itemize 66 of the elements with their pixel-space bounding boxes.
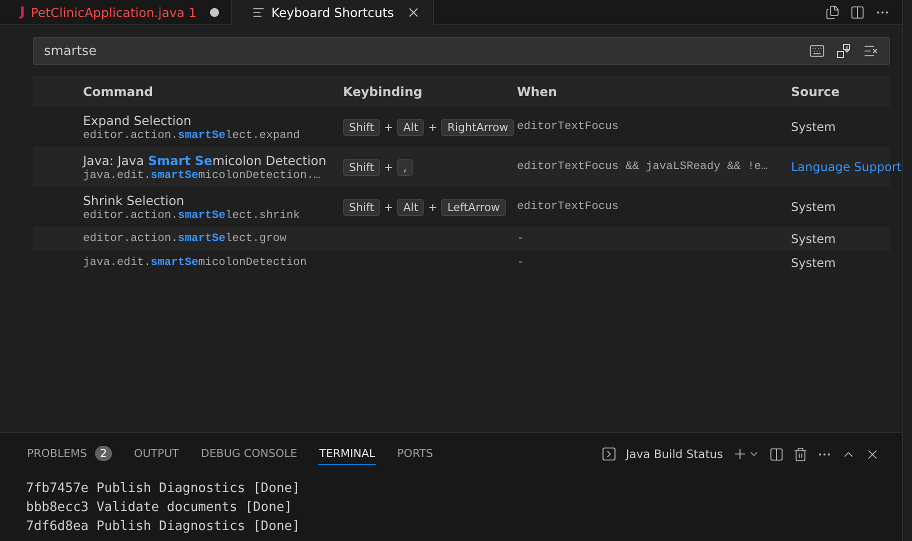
panel-tab[interactable]: OUTPUT [133, 443, 180, 465]
key-separator: + [384, 200, 394, 214]
tab-title: Keyboard Shortcuts [271, 5, 394, 20]
command-label: Expand Selection [83, 112, 192, 128]
key-cap: Shift [343, 198, 380, 216]
panel-tab[interactable]: DEBUG CONSOLE [200, 443, 298, 465]
tab-label: PORTS [397, 447, 433, 460]
tab-label: DEBUG CONSOLE [200, 447, 298, 460]
keyboard-icon[interactable] [809, 43, 825, 59]
when-clause: editorTextFocus [517, 201, 619, 213]
source-text: System [791, 200, 837, 214]
column-header: Command [83, 84, 154, 99]
command-id: editor.action.smartSelect.shrink [83, 210, 300, 222]
panel-tab[interactable]: PROBLEMS 2 [26, 442, 114, 466]
when-clause: editorTextFocus [517, 121, 619, 133]
source-text: System [791, 232, 837, 246]
command-id: editor.action.smartSelect.grow [83, 233, 286, 245]
command-label: Shrink Selection [83, 192, 184, 208]
when-clause: - [517, 257, 524, 269]
java-file-icon: J [20, 4, 25, 20]
count-badge: 2 [95, 446, 112, 461]
search-field[interactable]: smartse [44, 44, 809, 58]
column-header: When [517, 84, 558, 99]
key-cap: Alt [397, 198, 424, 216]
key-cap: , [397, 158, 413, 176]
terminal-line: 7df6d8ea Publish Diagnostics [Done] [26, 518, 301, 536]
key-cap: RightArrow [441, 118, 514, 136]
split-editor-icon[interactable] [850, 4, 865, 20]
terminal-name[interactable]: Java Build Status [626, 447, 723, 461]
plus-icon[interactable] [732, 446, 748, 462]
terminal-line: bbb8ecc3 Validate documents [Done] [26, 499, 294, 517]
list-icon [252, 6, 266, 19]
command-id: java.edit.smartSemicolonDetection [83, 257, 307, 269]
panel-tab[interactable]: TERMINAL [318, 443, 376, 465]
column-header: Source [791, 84, 841, 99]
source-text: System [791, 256, 837, 270]
terminal-icon[interactable] [600, 446, 617, 462]
terminal-line: 7fb7457e Publish Diagnostics [Done] [26, 480, 301, 498]
key-cap: LeftArrow [441, 198, 506, 216]
command-id: editor.action.smartSelect.expand [83, 130, 300, 142]
clear-list-icon[interactable] [863, 43, 879, 59]
when-clause: editorTextFocus && javaLSReady && !e… [517, 161, 768, 173]
key-separator: + [428, 200, 438, 214]
key-cap: Shift [343, 158, 380, 176]
command-label: Java: Java Smart Semicolon Detection [83, 152, 326, 168]
editor-tab[interactable]: Keyboard Shortcuts [232, 0, 434, 25]
panel-tab[interactable]: PORTS [396, 443, 434, 465]
key-cap: Alt [397, 118, 424, 136]
sort-icon[interactable] [836, 43, 852, 59]
key-cap: Shift [343, 118, 380, 136]
when-clause: - [517, 233, 524, 245]
key-separator: + [384, 160, 394, 174]
tab-label: OUTPUT [134, 447, 179, 460]
trash-icon[interactable] [793, 446, 808, 462]
split-terminal-icon[interactable] [769, 446, 784, 462]
source-link[interactable]: Language Support [791, 160, 902, 174]
key-separator: + [428, 120, 438, 134]
source-text: System [791, 120, 837, 134]
command-id: java.edit.smartSemicolonDetection.… [83, 170, 320, 182]
key-separator: + [384, 120, 394, 134]
search-bar[interactable]: smartse [33, 37, 890, 65]
tab-label: PROBLEMS [27, 447, 88, 460]
tab-label: TERMINAL [319, 447, 376, 460]
column-header: Keybinding [343, 84, 424, 99]
tab-title: PetClinicApplication.java 1 [30, 4, 196, 20]
files-icon[interactable] [825, 4, 840, 20]
